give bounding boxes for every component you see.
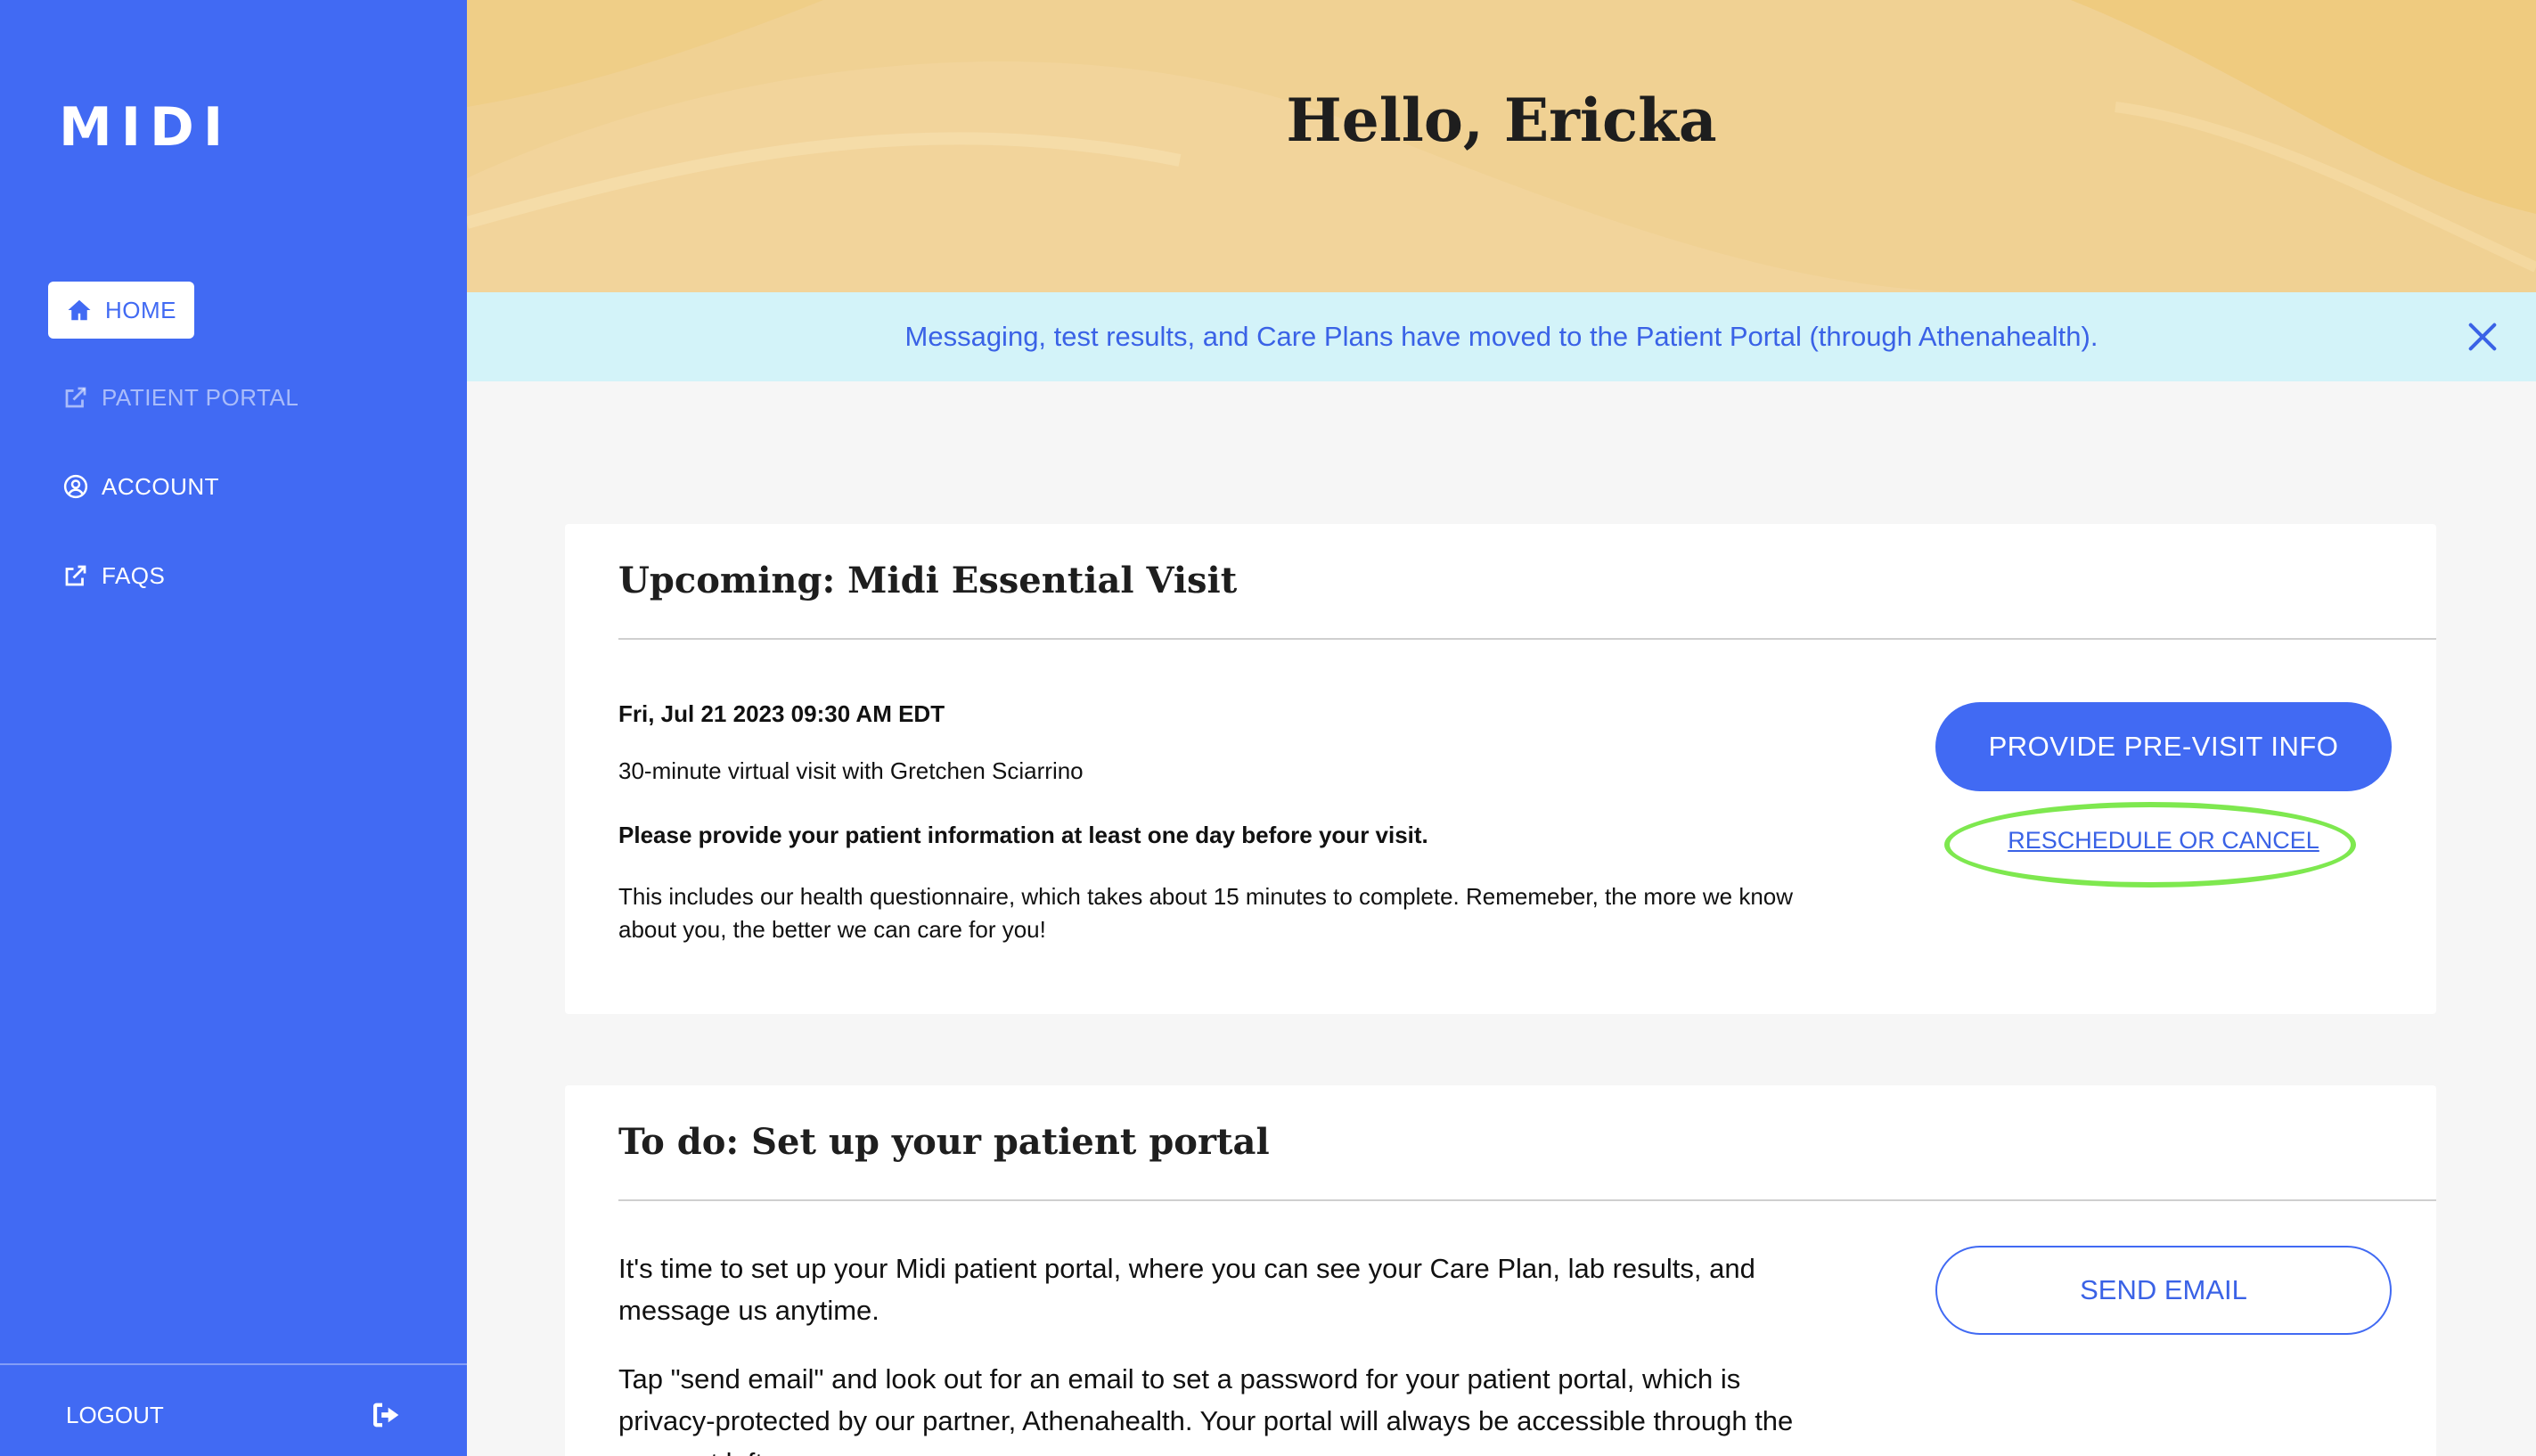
sidebar-item-faqs[interactable]: FAQS bbox=[62, 547, 165, 604]
send-email-button[interactable]: SEND EMAIL bbox=[1935, 1246, 2392, 1335]
external-link-icon bbox=[65, 565, 86, 586]
card-divider bbox=[618, 1199, 2436, 1201]
card-title: To do: Set up your patient portal bbox=[618, 1121, 1270, 1163]
patient-portal-todo-card: To do: Set up your patient portal It's t… bbox=[565, 1085, 2436, 1456]
sidebar-item-account[interactable]: ACCOUNT bbox=[62, 458, 219, 515]
visit-notice: Please provide your patient information … bbox=[618, 822, 1428, 848]
sidebar-item-home[interactable]: HOME bbox=[48, 282, 194, 339]
logout-label: LOGOUT bbox=[66, 1401, 164, 1428]
card-divider bbox=[618, 638, 2436, 640]
midi-logo[interactable]: MIDI bbox=[59, 96, 232, 159]
upcoming-visit-card: Upcoming: Midi Essential Visit Fri, Jul … bbox=[565, 524, 2436, 1014]
portal-instructions-text: Tap "send email" and look out for an ema… bbox=[618, 1363, 1794, 1456]
sidebar-item-label: PATIENT PORTAL bbox=[102, 383, 299, 411]
app-root: MIDI HOME PATIENT PORTAL ACCOUNT FAQS LO… bbox=[0, 0, 2536, 1456]
portal-intro-text: It's time to set up your Midi patient po… bbox=[618, 1253, 1755, 1326]
banner-message: Messaging, test results, and Care Plans … bbox=[904, 321, 2098, 352]
sidebar-divider bbox=[0, 1363, 467, 1365]
external-link-icon bbox=[65, 387, 86, 408]
greeting-header: Hello, Ericka bbox=[467, 0, 2536, 292]
close-icon[interactable] bbox=[2465, 319, 2500, 355]
visit-details: This includes our health questionnaire, … bbox=[618, 883, 1794, 943]
page-title: Hello, Ericka bbox=[1286, 86, 1717, 155]
user-circle-icon bbox=[63, 474, 88, 499]
visit-datetime: Fri, Jul 21 2023 09:30 AM EDT bbox=[618, 700, 945, 727]
logout-button[interactable]: LOGOUT bbox=[66, 1395, 405, 1435]
home-icon bbox=[68, 299, 91, 321]
visit-description: 30-minute virtual visit with Gretchen Sc… bbox=[618, 757, 1084, 784]
sidebar-item-label: ACCOUNT bbox=[102, 472, 220, 500]
info-banner: Messaging, test results, and Care Plans … bbox=[467, 292, 2536, 381]
sidebar-item-label: FAQS bbox=[102, 561, 166, 589]
logout-icon bbox=[373, 1403, 399, 1427]
sidebar-item-patient-portal[interactable]: PATIENT PORTAL bbox=[62, 369, 299, 426]
sidebar: MIDI HOME PATIENT PORTAL ACCOUNT FAQS LO… bbox=[0, 0, 467, 1456]
provide-pre-visit-info-button[interactable]: PROVIDE PRE-VISIT INFO bbox=[1935, 702, 2392, 791]
reschedule-or-cancel-link[interactable]: RESCHEDULE OR CANCEL bbox=[1937, 827, 2390, 863]
card-title: Upcoming: Midi Essential Visit bbox=[618, 560, 1238, 601]
sidebar-item-label: HOME bbox=[105, 296, 176, 323]
